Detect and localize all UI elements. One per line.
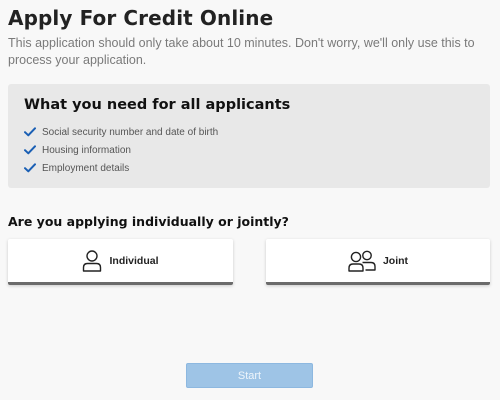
credit-application-page: Apply For Credit Online This application…	[0, 0, 500, 400]
individual-option-label: Individual	[109, 254, 159, 267]
requirements-heading: What you need for all applicants	[24, 97, 291, 113]
joint-option-label: Joint	[382, 254, 409, 267]
requirements-panel: What you need for all applicants Social …	[8, 84, 490, 188]
list-item: Housing information	[24, 141, 218, 159]
list-item: Social security number and date of birth	[24, 123, 218, 141]
page-title: Apply For Credit Online	[8, 6, 274, 30]
check-icon	[24, 145, 36, 155]
requirement-label: Social security number and date of birth	[42, 126, 219, 138]
applicant-type-question: Are you applying individually or jointly…	[8, 214, 289, 229]
person-icon	[83, 249, 102, 272]
joint-option-button[interactable]: Joint	[266, 239, 490, 285]
start-button[interactable]: Start	[186, 363, 313, 388]
check-icon	[24, 127, 36, 137]
two-people-icon	[348, 250, 376, 272]
requirements-list: Social security number and date of birth…	[24, 123, 218, 177]
check-icon	[24, 163, 36, 173]
requirement-label: Employment details	[42, 162, 130, 174]
list-item: Employment details	[24, 159, 218, 177]
requirement-label: Housing information	[42, 144, 131, 156]
individual-option-button[interactable]: Individual	[8, 239, 233, 285]
page-subtitle: This application should only take about …	[8, 36, 475, 67]
